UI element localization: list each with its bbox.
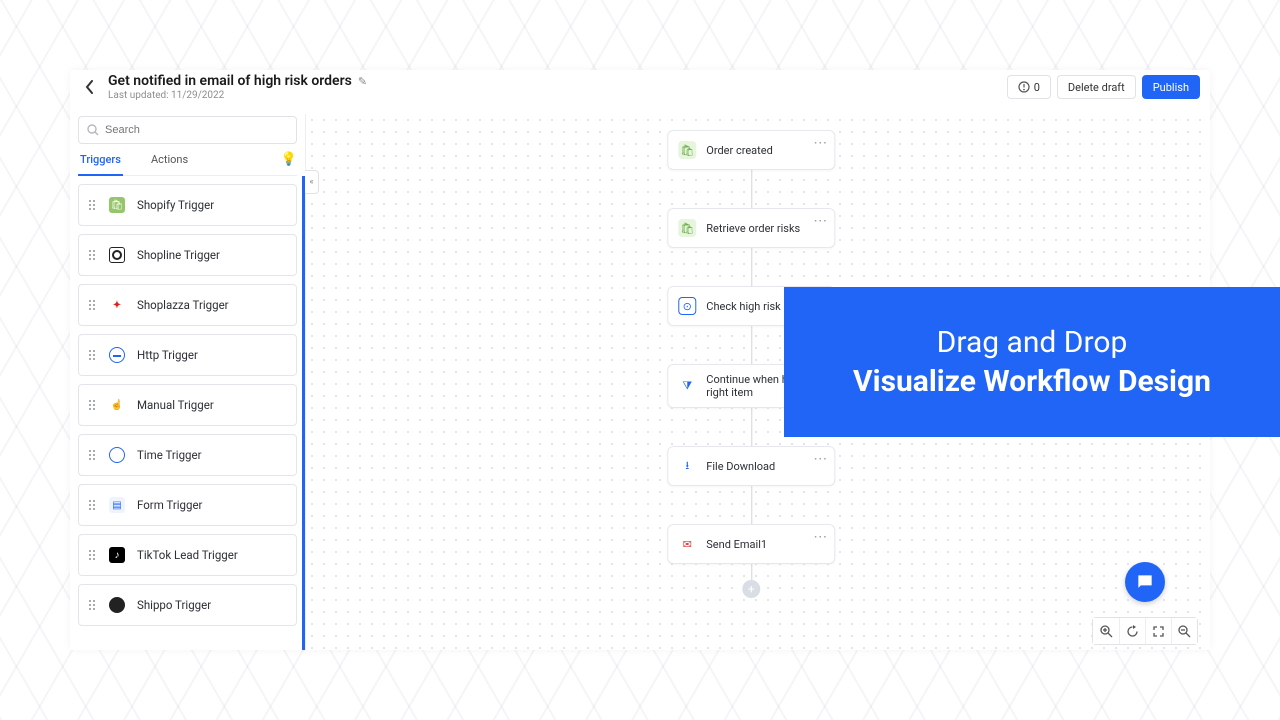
- edge: [751, 326, 752, 364]
- node-label: File Download: [706, 460, 775, 473]
- drag-handle-icon[interactable]: [89, 600, 97, 610]
- hint-icon[interactable]: 💡: [281, 152, 297, 167]
- delete-draft-button[interactable]: Delete draft: [1057, 75, 1136, 99]
- workflow-node[interactable]: ✉ Send Email1 ⋯: [667, 524, 835, 564]
- trigger-item[interactable]: 🛍 Shopify Trigger: [78, 184, 297, 226]
- trigger-label: Http Trigger: [137, 348, 198, 362]
- chat-button[interactable]: [1125, 562, 1165, 602]
- drag-handle-icon[interactable]: [89, 200, 97, 210]
- chevron-left-icon: [85, 80, 95, 94]
- error-count: 0: [1034, 81, 1040, 94]
- http-icon: [109, 347, 125, 363]
- form-icon: ▤: [109, 497, 125, 513]
- page-title: Get notified in email of high risk order…: [108, 73, 352, 89]
- add-node-button[interactable]: +: [742, 580, 760, 598]
- check-icon: ⊙: [678, 297, 696, 315]
- banner-line2: Visualize Workflow Design: [853, 364, 1211, 399]
- trigger-label: Manual Trigger: [137, 398, 214, 412]
- drag-handle-icon[interactable]: [89, 400, 97, 410]
- node-label: Order created: [706, 144, 773, 157]
- tab-triggers[interactable]: Triggers: [78, 145, 123, 176]
- trigger-label: Shopline Trigger: [137, 248, 220, 262]
- sidebar-tabs: Triggers Actions 💡: [78, 144, 297, 176]
- trigger-item[interactable]: Shippo Trigger: [78, 584, 297, 626]
- search-icon: [87, 124, 99, 136]
- filter-icon: ⧩: [678, 377, 696, 395]
- drag-handle-icon[interactable]: [89, 500, 97, 510]
- chat-icon: [1135, 572, 1155, 592]
- workflow-node[interactable]: ⭳ File Download ⋯: [667, 446, 835, 486]
- fit-view-button[interactable]: [1145, 618, 1171, 644]
- node-label: Check high risk: [706, 300, 780, 313]
- trigger-label: Shippo Trigger: [137, 598, 211, 612]
- trigger-item[interactable]: ▤ Form Trigger: [78, 484, 297, 526]
- drag-handle-icon[interactable]: [89, 250, 97, 260]
- shopify-icon: 🛍: [678, 141, 696, 159]
- trigger-label: Form Trigger: [137, 498, 202, 512]
- edge: [751, 248, 752, 286]
- download-icon: ⭳: [678, 457, 696, 475]
- node-menu-icon[interactable]: ⋯: [813, 213, 828, 229]
- node-menu-icon[interactable]: ⋯: [813, 451, 828, 467]
- search-input[interactable]: [105, 124, 288, 136]
- trigger-label: Time Trigger: [137, 448, 202, 462]
- shippo-icon: [109, 597, 125, 613]
- publish-button[interactable]: Publish: [1142, 75, 1200, 99]
- trigger-list[interactable]: 🛍 Shopify Trigger Shopline Trigger ✦ Sho…: [78, 176, 305, 650]
- header-bar: Get notified in email of high risk order…: [70, 70, 1210, 104]
- tiktok-icon: ♪: [109, 547, 125, 563]
- workflow-node[interactable]: 🛍 Order created ⋯: [667, 130, 835, 170]
- trigger-label: Shopify Trigger: [137, 198, 214, 212]
- manual-icon: ☝: [109, 397, 125, 413]
- time-icon: [109, 447, 125, 463]
- tab-actions[interactable]: Actions: [149, 144, 190, 175]
- node-menu-icon[interactable]: ⋯: [813, 529, 828, 545]
- trigger-item[interactable]: ♪ TikTok Lead Trigger: [78, 534, 297, 576]
- sidebar: Triggers Actions 💡 🛍 Shopify Trigger Sho…: [70, 114, 306, 650]
- trigger-item[interactable]: ☝ Manual Trigger: [78, 384, 297, 426]
- error-count-chip[interactable]: 0: [1007, 75, 1051, 99]
- last-updated-label: Last updated: 11/29/2022: [108, 90, 367, 101]
- alert-icon: [1018, 81, 1030, 93]
- shopline-icon: [109, 247, 125, 263]
- drag-handle-icon[interactable]: [89, 300, 97, 310]
- marketing-banner: Drag and Drop Visualize Workflow Design: [784, 287, 1280, 437]
- search-box[interactable]: [78, 116, 297, 144]
- zoom-controls: [1092, 617, 1198, 645]
- node-menu-icon[interactable]: ⋯: [813, 135, 828, 151]
- node-label: Retrieve order risks: [706, 222, 800, 235]
- mail-icon: ✉: [678, 535, 696, 553]
- workflow-node[interactable]: 🛍 Retrieve order risks ⋯: [667, 208, 835, 248]
- edge: [751, 486, 752, 524]
- drag-handle-icon[interactable]: [89, 350, 97, 360]
- shoplazza-icon: ✦: [109, 297, 125, 313]
- edge: [751, 170, 752, 208]
- shopify-icon: 🛍: [678, 219, 696, 237]
- trigger-item[interactable]: ✦ Shoplazza Trigger: [78, 284, 297, 326]
- shopify-icon: 🛍: [109, 197, 125, 213]
- banner-line1: Drag and Drop: [937, 325, 1128, 360]
- zoom-in-button[interactable]: [1093, 618, 1119, 644]
- drag-handle-icon[interactable]: [89, 450, 97, 460]
- edit-title-icon[interactable]: ✎: [358, 75, 367, 88]
- trigger-item[interactable]: Time Trigger: [78, 434, 297, 476]
- node-label: Send Email1: [706, 538, 767, 551]
- refresh-button[interactable]: [1119, 618, 1145, 644]
- trigger-label: Shoplazza Trigger: [137, 298, 229, 312]
- drag-handle-icon[interactable]: [89, 550, 97, 560]
- trigger-label: TikTok Lead Trigger: [137, 548, 238, 562]
- edge: [751, 408, 752, 446]
- collapse-sidebar-button[interactable]: «: [305, 170, 319, 194]
- trigger-item[interactable]: Shopline Trigger: [78, 234, 297, 276]
- zoom-out-button[interactable]: [1171, 618, 1197, 644]
- trigger-item[interactable]: Http Trigger: [78, 334, 297, 376]
- back-button[interactable]: [80, 77, 100, 97]
